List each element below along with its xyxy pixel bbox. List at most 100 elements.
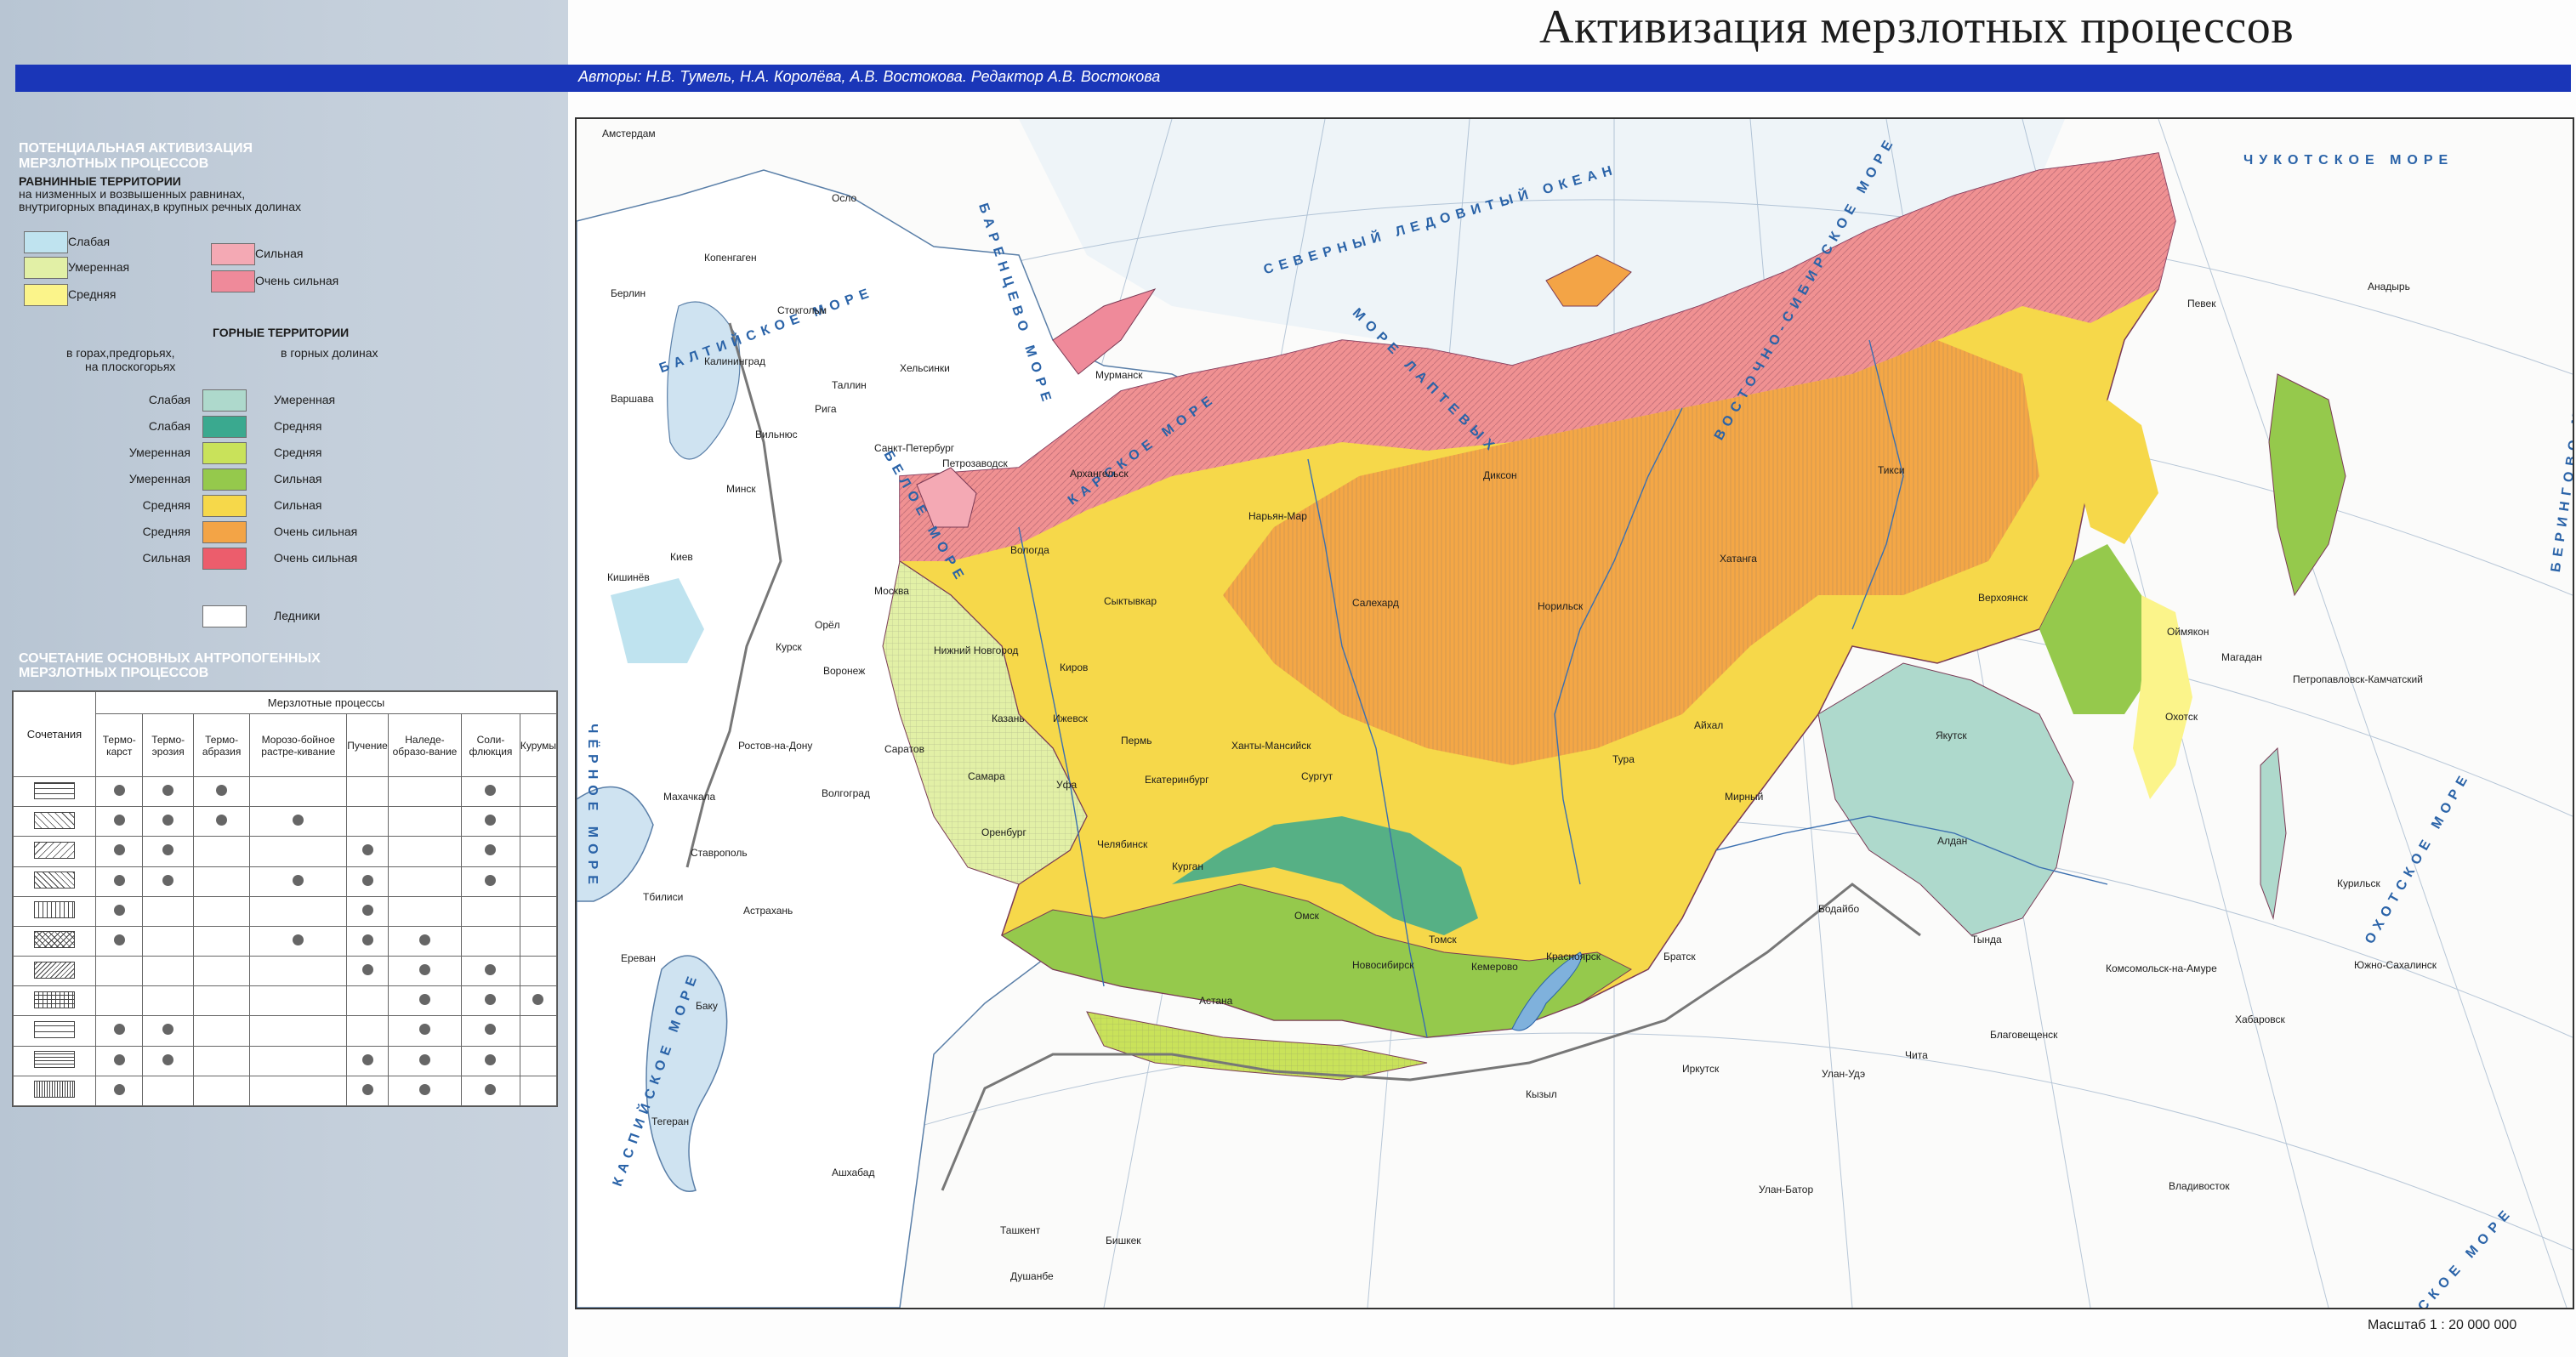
city-label: Берлин xyxy=(611,287,646,299)
city-label: Ханты-Мансийск xyxy=(1231,740,1311,752)
process-dot xyxy=(485,785,497,797)
mountain-swatch-label-2: Средняя xyxy=(274,446,322,459)
combo-row xyxy=(13,925,558,957)
process-dot xyxy=(485,964,497,976)
map-area[interactable]: СЕВЕРНЫЙ ЛЕДОВИТЫЙ ОКЕАН БАРЕНЦЕВО МОРЕ … xyxy=(575,117,2574,1309)
mountain-left-head-line1: в горах,предгорьях, xyxy=(66,346,175,360)
process-dot xyxy=(361,1053,373,1065)
city-label: Комсомольск-на-Амуре xyxy=(2106,962,2217,974)
city-label: Тында xyxy=(1971,934,2002,945)
combo-col-0: Термо-карст xyxy=(94,713,144,777)
plain-swatch-2 xyxy=(24,284,68,306)
plain-swatch-label-1: Умеренная xyxy=(68,260,130,274)
city-label: Курильск xyxy=(2337,877,2380,889)
city-label: Киров xyxy=(1060,661,1089,673)
process-dot xyxy=(361,904,373,916)
city-label: Ереван xyxy=(621,952,656,964)
process-dot xyxy=(293,815,304,826)
plain-territories-sub2: внутригорных впадинах,в крупных речных д… xyxy=(19,200,302,213)
plain-swatch-label-4: Очень сильная xyxy=(255,274,339,287)
combo-row xyxy=(13,1075,558,1107)
city-label: Баку xyxy=(696,1000,718,1012)
mountain-swatch-0 xyxy=(202,389,247,412)
city-label: Сургут xyxy=(1301,770,1333,782)
process-dot xyxy=(485,1083,497,1095)
process-dot xyxy=(113,874,125,886)
plain-swatch-label-0: Слабая xyxy=(68,235,111,248)
city-label: Таллин xyxy=(832,379,867,391)
plain-territories-sub1: на низменных и возвышенных равнинах, xyxy=(19,187,246,201)
city-label: Ташкент xyxy=(1000,1224,1041,1236)
mountain-right-head: в горных долинах xyxy=(281,346,378,360)
mountain-swatch-label-4: Сильная xyxy=(274,498,322,512)
city-label: Осло xyxy=(832,192,857,204)
city-label: Душанбе xyxy=(1010,1270,1054,1282)
city-label: Иркутск xyxy=(1682,1063,1720,1075)
authors-line: Авторы: Н.В. Тумель, Н.А. Королёва, А.В.… xyxy=(578,68,1161,85)
city-label: Ставрополь xyxy=(691,847,748,859)
city-label: Якутск xyxy=(1936,730,1967,741)
combo-col-first: Сочетания xyxy=(13,691,96,777)
mountain-swatch-3 xyxy=(202,468,247,491)
city-label: Владивосток xyxy=(2169,1180,2230,1192)
city-label: Оренбург xyxy=(981,826,1026,838)
city-label: Верхоянск xyxy=(1978,592,2028,604)
combo-row xyxy=(13,866,558,897)
city-label: Петрозаводск xyxy=(942,457,1008,469)
city-label: Вологда xyxy=(1010,544,1049,556)
city-label: Братск xyxy=(1663,951,1696,962)
mountain-left-label-4: Средняя xyxy=(142,498,190,512)
process-dot xyxy=(113,815,125,826)
mountain-swatch-2 xyxy=(202,442,247,464)
city-label: Тегеран xyxy=(651,1116,690,1127)
city-label: Охотск xyxy=(2165,711,2198,723)
map-title: Активизация мерзлотных процессов xyxy=(1539,1,2295,54)
sea-black: ЧЁРНОЕ МОРЕ xyxy=(584,724,600,890)
combo-pattern-swatch xyxy=(34,841,75,859)
city-label: Алдан xyxy=(1937,835,1968,847)
city-label: Кишинёв xyxy=(607,571,650,583)
city-label: Казань xyxy=(992,713,1025,724)
plain-territories-title: РАВНИННЫЕ ТЕРРИТОРИИ xyxy=(19,174,181,188)
combo-row xyxy=(13,985,558,1017)
combo-row xyxy=(13,836,558,867)
combo-row xyxy=(13,806,558,837)
sea-chukchi: ЧУКОТСКОЕ МОРЕ xyxy=(2243,153,2454,167)
mountain-territories-title: ГОРНЫЕ ТЕРРИТОРИИ xyxy=(213,326,350,339)
process-combinations-table: Сочетания Мерзлотные процессы Термо-карс… xyxy=(12,690,558,1107)
process-dot xyxy=(361,1083,373,1095)
authors-bar xyxy=(15,65,2571,92)
process-dot xyxy=(113,934,125,945)
city-label: Сыктывкар xyxy=(1104,595,1157,607)
mountain-left-label-1: Слабая xyxy=(148,419,190,433)
city-label: Улан-Удэ xyxy=(1822,1068,1866,1080)
combo-pattern-swatch xyxy=(34,901,75,919)
city-label: Варшава xyxy=(611,393,654,405)
combo-col-2: Термо-абразия xyxy=(192,713,251,777)
process-dot xyxy=(418,934,430,945)
mountain-swatch-label-6: Очень сильная xyxy=(274,551,358,565)
map-sheet: Активизация мерзлотных процессов Авторы:… xyxy=(0,0,2576,1357)
process-dot xyxy=(113,785,125,797)
combo-pattern-swatch xyxy=(34,811,75,829)
combo-col-4: Пучение xyxy=(346,713,389,777)
combo-col-3: Морозо-бойное растре-кивание xyxy=(249,713,348,777)
city-label: Ашхабад xyxy=(832,1167,875,1178)
city-label: Певек xyxy=(2187,298,2216,309)
mountain-swatch-label-0: Умеренная xyxy=(274,393,336,406)
city-label: Ижевск xyxy=(1053,713,1088,724)
combo-pattern-swatch xyxy=(34,931,75,949)
process-dot xyxy=(162,815,174,826)
city-label: Чита xyxy=(1905,1049,1928,1061)
city-label: Норильск xyxy=(1538,600,1584,612)
process-dot xyxy=(418,1053,430,1065)
city-label: Орёл xyxy=(815,619,840,631)
combo-pattern-swatch xyxy=(34,1081,75,1099)
city-label: Киев xyxy=(670,551,693,563)
city-label: Москва xyxy=(874,585,909,597)
combo-col-7: Курумы xyxy=(519,713,558,777)
process-dot xyxy=(162,785,174,797)
city-label: Бодайбо xyxy=(1818,903,1860,915)
city-label: Стокгольм xyxy=(777,304,827,316)
process-dot xyxy=(113,904,125,916)
